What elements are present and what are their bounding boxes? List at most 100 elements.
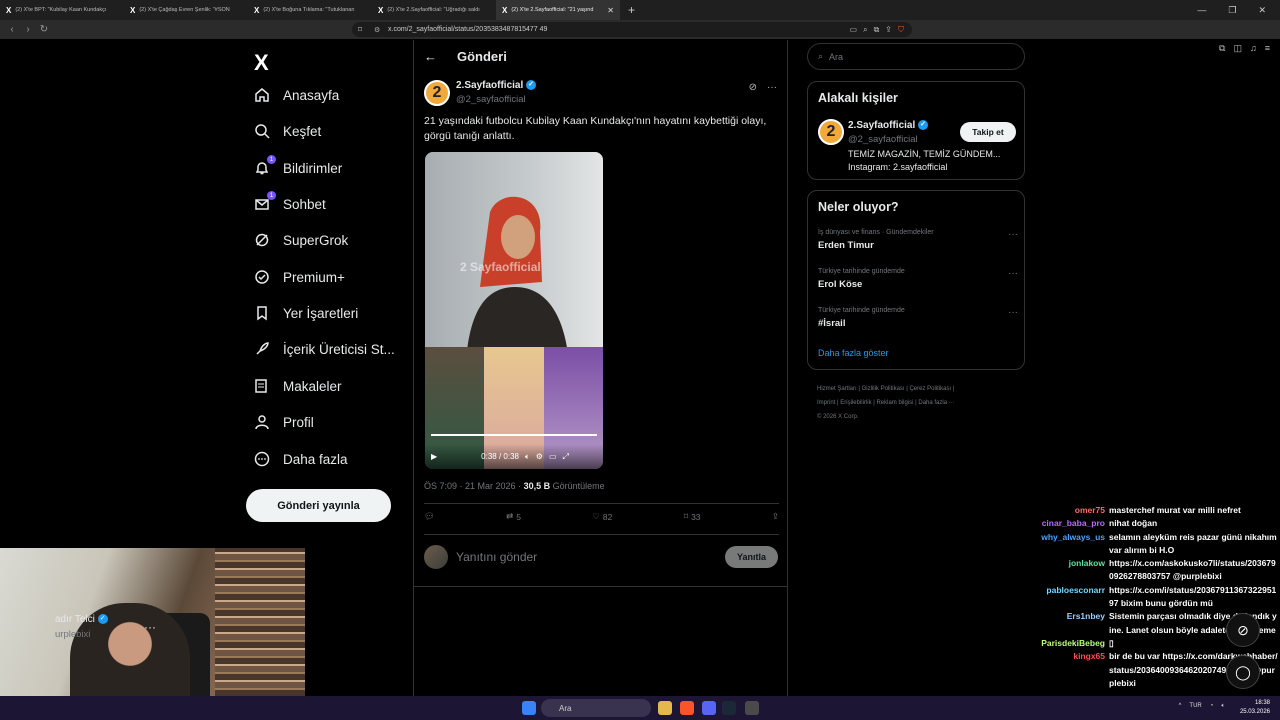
video-progress[interactable] (431, 434, 597, 436)
reply-input[interactable]: Yanıtını gönder (456, 550, 537, 564)
nav-profile[interactable]: Profil (254, 414, 314, 430)
brave-shield-icon[interactable]: ⛉ (898, 25, 904, 35)
footer-line[interactable]: Imprint | Erişilebilirlik | Reklam bilgi… (817, 396, 1017, 410)
share-icon: ⇪ (771, 511, 779, 521)
footer-line[interactable]: Hizmet Şartları | Gizlilik Politikası | … (817, 382, 1017, 396)
clock[interactable]: 18:38 25.03.2026 (1240, 699, 1270, 717)
discord-icon[interactable] (702, 701, 716, 715)
post-author[interactable]: 2 2.Sayfaofficial ✓ @2_sayfaofficial (424, 80, 537, 106)
taskbar-search[interactable]: Ara (541, 699, 651, 717)
nav-more[interactable]: Daha fazla (254, 451, 348, 467)
messages-icon[interactable]: ◯ (1226, 655, 1260, 689)
nav-home[interactable]: Anasayfa (254, 87, 339, 103)
brave-icon[interactable] (680, 701, 694, 715)
post-video[interactable]: 2 Sayfaofficial ▶ 0:38 / 0:38 🔈︎ ⚙ ▭ ⤢ (425, 152, 603, 469)
nav-chat[interactable]: 1 Sohbet (254, 191, 326, 212)
back-icon[interactable]: ‹ (4, 24, 20, 35)
taskbar: Ara ^ TUR ◔ 🔈︎ 18:38 25.03.2026 (0, 696, 1280, 720)
chat-username[interactable]: pabloesconarr (1020, 584, 1105, 611)
play-icon[interactable]: ▶ (431, 452, 437, 461)
post-button[interactable]: Gönderi yayınla (246, 489, 391, 522)
chat-username[interactable]: why_always_us (1020, 531, 1105, 558)
copy-icon[interactable]: ⧉ (874, 25, 880, 35)
repost-action[interactable]: ⇄ 5 (506, 511, 521, 522)
close-window-icon[interactable]: ✕ (1258, 5, 1266, 16)
reload-icon[interactable]: ↻ (36, 24, 52, 35)
nav-notifications[interactable]: 1 Bildirimler (254, 155, 342, 176)
chat-username[interactable]: Ers1nbey (1020, 610, 1105, 637)
screen-icon[interactable]: ▭ (850, 25, 858, 34)
browser-tab[interactable]: X (2) X'te 2.Sayfaofficial: "Uğradığı sal… (372, 0, 496, 20)
browser-tab[interactable]: X (2) X'te Çağdaş Evren Şenlik: "#SON (124, 0, 248, 20)
bookmark-action[interactable]: ⌑ 33 (684, 511, 701, 522)
back-arrow-icon[interactable]: ← (424, 49, 437, 64)
chat-username[interactable]: omer75 (1020, 504, 1105, 517)
menu-icon[interactable]: ≡ (1265, 43, 1270, 54)
chat-username[interactable]: kingx65 (1020, 650, 1105, 690)
more-dots-icon[interactable]: ··· (144, 620, 156, 634)
wifi-icon[interactable]: ◔ (1210, 703, 1214, 710)
steam-icon[interactable] (722, 701, 736, 715)
x-logo[interactable]: X (254, 50, 269, 76)
music-icon[interactable]: ♫ (1250, 43, 1257, 54)
url-field[interactable]: ⌑ ⚙ x.com/2_sayfaofficial/status/2035383… (352, 22, 912, 37)
trend-item[interactable]: Türkiye tarihinde gündemde #İsrail ··· (818, 307, 1018, 329)
chat-username[interactable]: jonlakow (1020, 557, 1105, 584)
trend-item[interactable]: Türkiye tarihinde gündemde Erol Köse ··· (818, 268, 1018, 290)
grok-icon[interactable]: ⊘ (749, 82, 757, 93)
nav-articles[interactable]: Makaleler (254, 378, 342, 394)
forward-icon[interactable]: › (20, 24, 36, 35)
chat-username[interactable]: cinar_baba_pro (1020, 517, 1105, 530)
trend-item[interactable]: İş dünyası ve finans · Gündemdekiler Erde… (818, 229, 1018, 251)
more-dots-icon[interactable]: ··· (1008, 268, 1018, 279)
more-dots-icon[interactable]: ··· (1008, 307, 1018, 318)
nav-premium[interactable]: Premium+ (254, 269, 345, 285)
share-action[interactable]: ⇪ (772, 511, 779, 522)
extensions-icon[interactable]: ⧉ (1219, 43, 1225, 54)
nav-supergrok[interactable]: SuperGrok (254, 232, 348, 248)
divider (424, 534, 779, 535)
settings-icon[interactable]: ⚙ (536, 452, 543, 461)
new-tab-button[interactable]: + (620, 3, 643, 17)
author-name[interactable]: 2.Sayfaofficial (456, 80, 523, 91)
browser-tab[interactable]: X (2) X'te Boğuna Tıklama: "Tutuklanan (248, 0, 372, 20)
more-dots-icon[interactable]: ··· (767, 82, 777, 93)
obs-icon[interactable] (745, 701, 759, 715)
chevron-up-icon[interactable]: ^ (1179, 703, 1182, 710)
site-settings-icon[interactable]: ⚙ (374, 26, 380, 34)
volume-icon[interactable]: 🔈︎ (1221, 703, 1225, 710)
show-more-link[interactable]: Daha fazla göster (818, 348, 889, 358)
reply-composer[interactable]: Yanıtını gönder (424, 545, 537, 569)
language-indicator[interactable]: TUR (1189, 703, 1201, 710)
minimize-icon[interactable]: — (1197, 5, 1206, 15)
windows-start-icon[interactable] (522, 701, 536, 715)
search-input[interactable]: ⌕ Ara (807, 43, 1025, 70)
browser-tab[interactable]: X (2) X'te BPT: "Kubilay Kaan Kundakçı (0, 0, 124, 20)
restore-icon[interactable]: ❐ (1228, 5, 1236, 16)
follow-button[interactable]: Takip et (960, 122, 1016, 142)
nav-creator-studio[interactable]: İçerik Üreticisi St... (254, 341, 395, 357)
avatar[interactable]: 2 (818, 119, 844, 145)
captions-icon[interactable]: ▭ (549, 452, 557, 461)
wallet-icon[interactable]: ◫ (1233, 43, 1242, 54)
share-icon[interactable]: ⇪ (885, 25, 892, 34)
browser-tab-active[interactable]: X (2) X'te 2.Sayfaofficial: "21 yaşınd ✕ (496, 0, 620, 20)
more-dots-icon[interactable]: ··· (1008, 229, 1018, 240)
chat-username[interactable]: ParisdekiBebeg (1020, 637, 1105, 650)
avatar[interactable]: 2 (424, 80, 450, 106)
folder-icon[interactable] (658, 701, 672, 715)
fullscreen-icon[interactable]: ⤢ (563, 452, 569, 462)
like-action[interactable]: ♡ 82 (592, 511, 612, 522)
zoom-icon[interactable]: ⌕ (863, 25, 867, 35)
bookmark-page-icon[interactable]: ⌑ (358, 25, 362, 34)
nav-bookmarks[interactable]: Yer İşaretleri (254, 305, 358, 321)
related-name[interactable]: 2.Sayfaofficial ✓ (848, 120, 929, 131)
close-tab-icon[interactable]: ✕ (607, 6, 614, 15)
author-handle[interactable]: @2_sayfaofficial (456, 94, 536, 105)
grok-compose-icon[interactable]: ⊘ (1226, 613, 1260, 647)
account-switcher[interactable]: adır Telci ✓ urplebixi (55, 614, 108, 640)
reply-button[interactable]: Yanıtla (725, 546, 778, 568)
reply-action[interactable]: 💬︎ (424, 511, 435, 522)
volume-icon[interactable]: 🔈︎ (525, 452, 530, 462)
nav-explore[interactable]: Keşfet (254, 123, 321, 139)
